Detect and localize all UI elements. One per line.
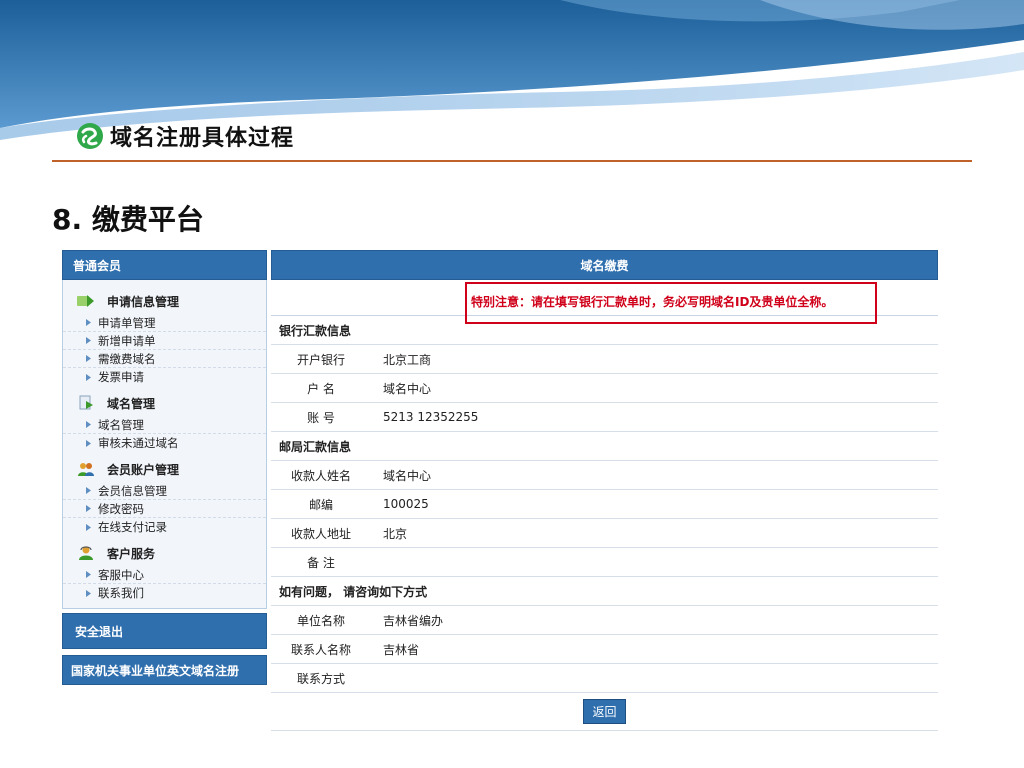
info-row-account-number: 账 号 5213 12352255 xyxy=(271,403,938,432)
sidebar-item-member-info[interactable]: 会员信息管理 xyxy=(63,482,266,500)
field-label: 联系人名称 xyxy=(290,642,351,657)
sidebar-item-label: 修改密码 xyxy=(98,501,144,516)
group-customer-service[interactable]: 客户服务 xyxy=(63,540,266,566)
sidebar-item-label: 联系我们 xyxy=(98,586,144,600)
group-title-label: 域名管理 xyxy=(107,396,156,411)
users-icon xyxy=(77,461,95,477)
sidebar-item-label: 域名管理 xyxy=(98,417,144,432)
back-button[interactable]: 返回 xyxy=(583,699,626,724)
sidebar-item-domains-to-pay[interactable]: 需缴费域名 xyxy=(63,350,266,368)
sidebar-item-label: 审核未通过域名 xyxy=(98,436,179,450)
field-value: 吉林省编办 xyxy=(383,613,444,628)
field-label: 联系方式 xyxy=(296,671,345,686)
info-row-payee-address: 收款人地址 北京 xyxy=(271,519,938,548)
field-value: 北京 xyxy=(383,526,408,541)
post-section-title: 邮局汇款信息 xyxy=(271,432,938,461)
sidebar-item-label: 在线支付记录 xyxy=(98,520,167,534)
field-value: 100025 xyxy=(383,497,429,511)
group-title-label: 会员账户管理 xyxy=(107,462,180,477)
bullet-arrow-icon xyxy=(86,337,91,344)
info-row-payee-name: 收款人姓名 域名中心 xyxy=(271,461,938,490)
field-value: 域名中心 xyxy=(383,381,432,396)
field-label: 邮编 xyxy=(308,497,333,512)
group-application-management[interactable]: 申请信息管理 xyxy=(63,288,266,314)
logout-button[interactable]: 安全退出 xyxy=(62,613,267,649)
field-label: 收款人姓名 xyxy=(290,468,351,483)
title-underline xyxy=(52,160,972,162)
field-label: 收款人地址 xyxy=(290,526,351,541)
bullet-arrow-icon xyxy=(86,571,91,578)
registration-banner-link[interactable]: 国家机关事业单位英文域名注册 xyxy=(62,655,267,685)
info-row-postcode: 邮编 100025 xyxy=(271,490,938,519)
green-logo-icon xyxy=(77,123,103,149)
group-title-label: 客户服务 xyxy=(107,546,156,561)
sidebar-item-label: 申请单管理 xyxy=(98,315,156,330)
document-arrow-icon xyxy=(77,395,95,411)
info-row-contact-method: 联系方式 xyxy=(271,664,938,693)
group-title-label: 申请信息管理 xyxy=(107,294,180,309)
sidebar-item-new-application[interactable]: 新增申请单 xyxy=(63,332,266,350)
sidebar-item-label: 会员信息管理 xyxy=(98,483,167,498)
sidebar-item-service-center[interactable]: 客服中心 xyxy=(63,566,266,584)
panel-header: 域名缴费 xyxy=(271,250,938,280)
info-row-organization: 单位名称 吉林省编办 xyxy=(271,606,938,635)
bullet-arrow-icon xyxy=(86,505,91,512)
sidebar-body: 申请信息管理 申请单管理 新增申请单 需缴费域名 发票申请 域名管理 域名管理 … xyxy=(62,280,267,609)
sidebar-item-change-password[interactable]: 修改密码 xyxy=(63,500,266,518)
field-value: 域名中心 xyxy=(383,468,432,483)
field-label: 备 注 xyxy=(307,555,335,570)
slide-title: 域名注册具体过程 xyxy=(76,120,294,152)
sidebar-item-invoice-request[interactable]: 发票申请 xyxy=(63,368,266,386)
field-label: 开户银行 xyxy=(296,352,345,367)
field-value: 吉林省 xyxy=(383,642,420,657)
bullet-arrow-icon xyxy=(86,373,91,381)
sidebar-item-payment-records[interactable]: 在线支付记录 xyxy=(63,518,266,536)
field-value: 5213 12352255 xyxy=(383,410,479,424)
contact-section-title: 如有问题， 请咨询如下方式 xyxy=(271,577,938,606)
info-row-account-name: 户 名 域名中心 xyxy=(271,374,938,403)
sidebar-item-application-list[interactable]: 申请单管理 xyxy=(63,314,266,332)
sidebar-item-contact-us[interactable]: 联系我们 xyxy=(63,584,266,602)
sidebar-item-label: 发票申请 xyxy=(98,370,144,384)
info-row-remarks: 备 注 xyxy=(271,548,938,577)
slide-title-text: 域名注册具体过程 xyxy=(110,126,295,151)
sidebar-item-rejected-domains[interactable]: 审核未通过域名 xyxy=(63,434,266,452)
group-domain-management[interactable]: 域名管理 xyxy=(63,390,266,416)
bullet-arrow-icon xyxy=(86,421,91,428)
member-sidebar: 普通会员 申请信息管理 申请单管理 新增申请单 需缴费域名 发票申请 域名管理 … xyxy=(62,250,267,740)
group-account-management[interactable]: 会员账户管理 xyxy=(63,456,266,482)
field-value: 北京工商 xyxy=(383,352,432,367)
field-label: 账 号 xyxy=(307,410,335,425)
arrow-right-icon xyxy=(77,293,95,309)
info-row-bank-name: 开户银行 北京工商 xyxy=(271,345,938,374)
field-label: 单位名称 xyxy=(296,613,345,628)
sidebar-item-label: 客服中心 xyxy=(98,567,144,582)
bullet-arrow-icon xyxy=(86,355,91,362)
sidebar-item-domain-management[interactable]: 域名管理 xyxy=(63,416,266,434)
button-row: 返回 xyxy=(271,693,938,731)
bullet-arrow-icon xyxy=(86,523,91,531)
payment-panel: 域名缴费 特别注意：请在填写银行汇款单时，务必写明域名ID及贵单位全称。 银行汇… xyxy=(271,250,938,735)
sidebar-item-label: 需缴费域名 xyxy=(98,351,156,366)
sidebar-header: 普通会员 xyxy=(62,250,267,280)
field-label: 户 名 xyxy=(307,381,335,396)
header-banner xyxy=(0,0,1024,140)
info-row-contact-person: 联系人名称 吉林省 xyxy=(271,635,938,664)
bullet-arrow-icon xyxy=(86,487,91,494)
sidebar-item-label: 新增申请单 xyxy=(98,333,156,348)
section-heading: 8. 缴费平台 xyxy=(52,203,204,236)
bullet-arrow-icon xyxy=(86,319,91,326)
payment-notice: 特别注意：请在填写银行汇款单时，务必写明域名ID及贵单位全称。 xyxy=(465,282,877,324)
bullet-arrow-icon xyxy=(86,589,91,597)
bullet-arrow-icon xyxy=(86,439,91,447)
notice-row: 特别注意：请在填写银行汇款单时，务必写明域名ID及贵单位全称。 xyxy=(271,280,938,324)
support-person-icon xyxy=(77,545,95,561)
